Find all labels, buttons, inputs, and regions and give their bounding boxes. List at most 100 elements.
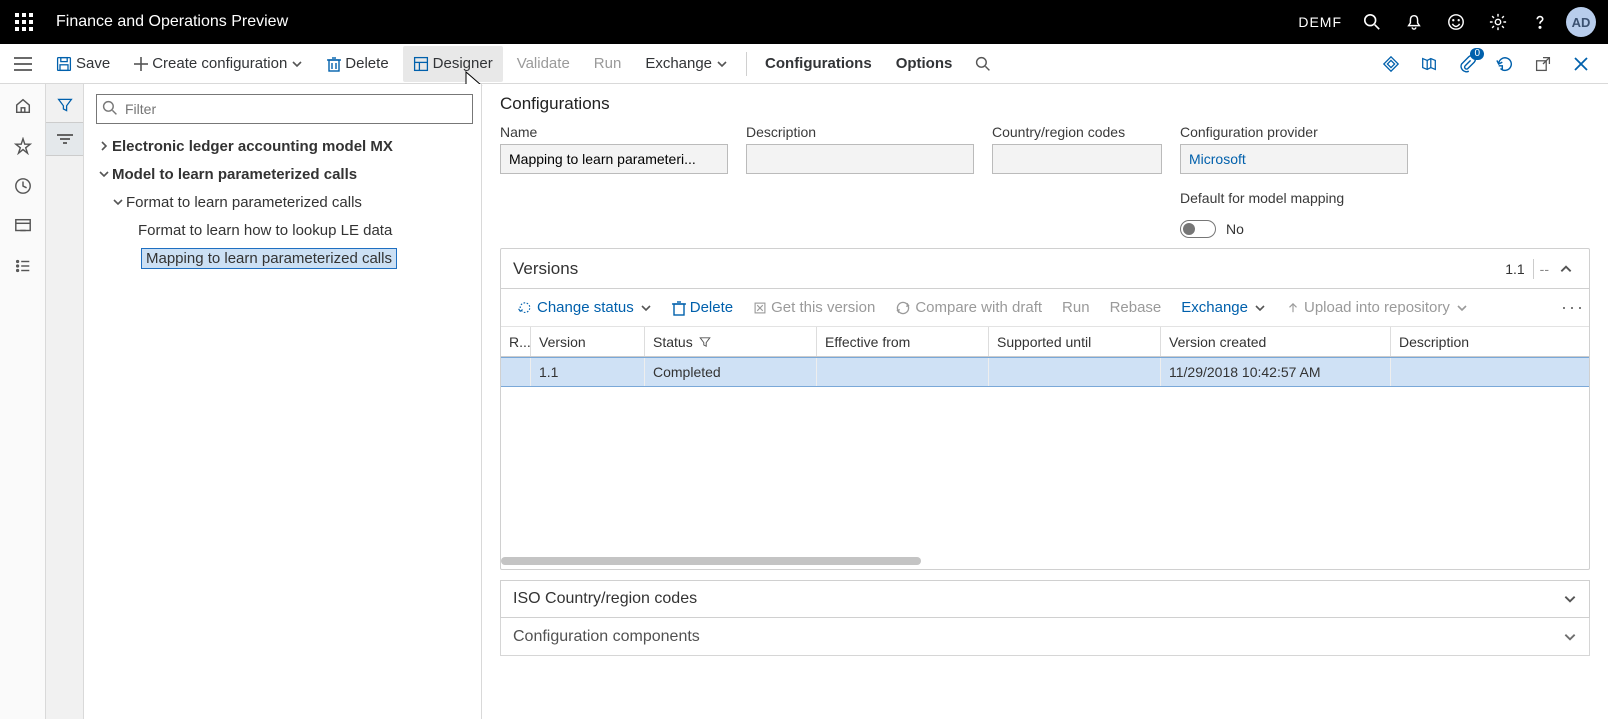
app-title: Finance and Operations Preview — [56, 13, 288, 31]
delete-label: Delete — [345, 55, 388, 72]
filter-input[interactable] — [96, 94, 473, 124]
tree-label: Format to learn how to lookup LE data — [138, 222, 392, 239]
provider-label: Configuration provider — [1180, 124, 1408, 140]
validate-button[interactable]: Validate — [507, 46, 580, 82]
help-icon[interactable] — [1520, 2, 1560, 42]
map-icon[interactable] — [1412, 46, 1446, 82]
get-version-button[interactable]: Get this version — [745, 292, 883, 324]
version-number: 1.1 — [1497, 261, 1532, 277]
tree-label: Format to learn parameterized calls — [126, 194, 362, 211]
chevron-down-icon — [716, 58, 728, 70]
name-field[interactable] — [500, 144, 728, 174]
tree-item[interactable]: Format to learn parameterized calls — [96, 188, 473, 216]
chevron-down-icon — [1563, 592, 1577, 606]
more-actions-icon[interactable]: ··· — [1561, 297, 1581, 318]
grid-row[interactable]: 1.1 Completed 11/29/2018 10:42:57 AM — [501, 357, 1589, 387]
designer-button[interactable]: Designer — [403, 46, 503, 82]
tree-item[interactable]: Format to learn how to lookup LE data — [96, 216, 473, 244]
diamond-icon[interactable] — [1374, 46, 1408, 82]
company-code[interactable]: DEMF — [1298, 14, 1342, 30]
recent-icon[interactable] — [3, 168, 43, 204]
popout-icon[interactable] — [1526, 46, 1560, 82]
filter-lines-icon[interactable] — [46, 122, 83, 156]
save-button[interactable]: Save — [46, 46, 120, 82]
action-search-button[interactable] — [966, 46, 1000, 82]
chevron-down-icon — [291, 58, 303, 70]
col-header[interactable]: Effective from — [817, 327, 989, 356]
upload-button[interactable]: Upload into repository — [1278, 292, 1476, 324]
components-section-header[interactable]: Configuration components — [500, 618, 1590, 656]
grid-cell: 11/29/2018 10:42:57 AM — [1161, 358, 1391, 386]
funnel-icon[interactable] — [48, 88, 82, 122]
grid-cell: Completed — [645, 358, 817, 386]
list-icon[interactable] — [3, 248, 43, 284]
create-configuration-button[interactable]: Create configuration — [124, 46, 313, 82]
chevron-down-icon[interactable] — [96, 169, 112, 179]
tree-label: Model to learn parameterized calls — [112, 166, 357, 183]
app-launcher[interactable] — [4, 2, 44, 42]
tree-item[interactable]: Model to learn parameterized calls — [96, 160, 473, 188]
grid-cell — [817, 358, 989, 386]
funnel-icon — [699, 336, 711, 348]
col-header[interactable]: Version created — [1161, 327, 1391, 356]
tree-label: Electronic ledger accounting model MX — [112, 138, 393, 155]
run-button[interactable]: Run — [584, 46, 632, 82]
gear-icon[interactable] — [1478, 2, 1518, 42]
create-label: Create configuration — [152, 55, 287, 72]
configurations-tab[interactable]: Configurations — [755, 46, 882, 82]
col-header[interactable]: R... — [501, 327, 531, 356]
save-label: Save — [76, 55, 110, 72]
rebase-button[interactable]: Rebase — [1102, 292, 1170, 324]
col-header[interactable]: Description — [1391, 327, 1506, 356]
workspace-icon[interactable] — [3, 208, 43, 244]
options-button[interactable]: Options — [886, 46, 963, 82]
search-icon[interactable] — [1352, 2, 1392, 42]
tree-label: Mapping to learn parameterized calls — [142, 249, 396, 268]
exchange-button[interactable]: Exchange — [635, 46, 738, 82]
compare-button[interactable]: Compare with draft — [887, 292, 1050, 324]
designer-label: Designer — [433, 55, 493, 72]
grid-cell — [1391, 358, 1506, 386]
grid-cell — [501, 358, 531, 386]
col-header[interactable]: Version — [531, 327, 645, 356]
name-label: Name — [500, 124, 728, 140]
attachments-icon[interactable]: 0 — [1450, 46, 1484, 82]
change-status-button[interactable]: Change status — [509, 292, 660, 324]
section-heading: Configurations — [500, 94, 1590, 114]
version-run-button[interactable]: Run — [1054, 292, 1098, 324]
horizontal-scrollbar[interactable] — [501, 557, 1589, 569]
description-field[interactable] — [746, 144, 974, 174]
grid-cell — [989, 358, 1161, 386]
menu-button[interactable] — [4, 45, 42, 83]
version-delete-button[interactable]: Delete — [664, 292, 741, 324]
tree-item-selected[interactable]: Mapping to learn parameterized calls — [96, 244, 473, 272]
col-header[interactable]: Status — [645, 327, 817, 356]
delete-button[interactable]: Delete — [317, 46, 398, 82]
smile-icon[interactable] — [1436, 2, 1476, 42]
chevron-up-icon[interactable] — [1555, 262, 1577, 276]
version-dash: -- — [1534, 261, 1555, 277]
home-icon[interactable] — [3, 88, 43, 124]
iso-section-header[interactable]: ISO Country/region codes — [500, 580, 1590, 618]
bell-icon[interactable] — [1394, 2, 1434, 42]
chevron-right-icon[interactable] — [96, 141, 112, 151]
user-avatar[interactable]: AD — [1566, 7, 1596, 37]
versions-title: Versions — [513, 259, 578, 279]
refresh-icon[interactable] — [1488, 46, 1522, 82]
version-exchange-button[interactable]: Exchange — [1173, 292, 1274, 324]
chevron-down-icon — [1563, 630, 1577, 644]
versions-header[interactable]: Versions 1.1 -- — [501, 249, 1589, 289]
provider-field[interactable] — [1180, 144, 1408, 174]
country-field[interactable] — [992, 144, 1162, 174]
description-label: Description — [746, 124, 974, 140]
chevron-down-icon[interactable] — [110, 197, 126, 207]
default-mapping-toggle[interactable] — [1180, 220, 1216, 238]
col-header[interactable]: Supported until — [989, 327, 1161, 356]
grid-cell: 1.1 — [531, 358, 645, 386]
default-mapping-value: No — [1226, 221, 1244, 237]
close-button[interactable] — [1564, 46, 1598, 82]
star-icon[interactable] — [3, 128, 43, 164]
tree-item[interactable]: Electronic ledger accounting model MX — [96, 132, 473, 160]
search-icon — [102, 100, 118, 116]
attachments-count: 0 — [1470, 48, 1484, 60]
